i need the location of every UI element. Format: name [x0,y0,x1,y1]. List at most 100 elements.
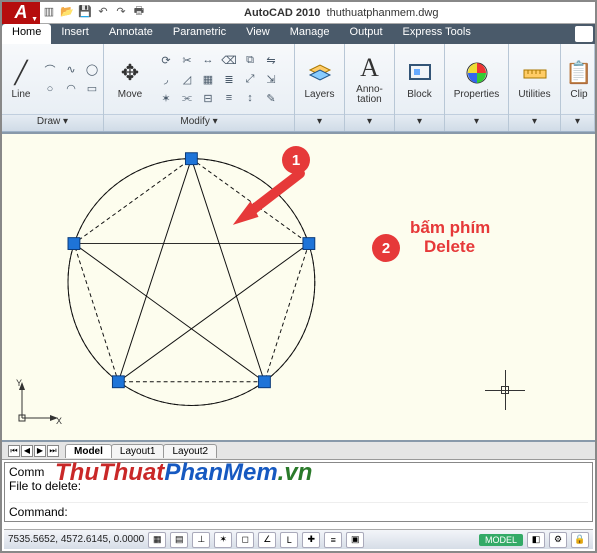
tab-insert[interactable]: Insert [51,24,99,44]
dyn-toggle-icon[interactable]: ✚ [302,532,320,548]
draw-flyout-grid: ⌒ ∿ ◯ ○ ◠ ▭ [40,61,102,98]
join-icon[interactable]: ⫘ [177,89,197,107]
edit-icon[interactable]: ✎ [261,89,281,107]
layers-button[interactable]: Layers [299,52,340,106]
properties-button[interactable]: Properties [449,52,504,106]
clipboard-button[interactable]: 📋 Clip [565,52,593,106]
modify-flyout-grid: ⟳✂↔⌫⧉⇋ ◞◿▦≣⤢⇲ ✶⫘⊟≡↕✎ [156,51,281,107]
tab-express-tools[interactable]: Express Tools [393,24,481,44]
snap-toggle-icon[interactable]: ▦ [148,532,166,548]
line-button[interactable]: ╱ Line [6,52,36,106]
lengthen-icon[interactable]: ↕ [240,89,260,107]
copy-icon[interactable]: ⧉ [240,51,260,69]
panel-title-clipboard[interactable]: ▾ [561,114,594,131]
layout-tab-layout2[interactable]: Layout2 [163,444,217,458]
tab-home[interactable]: Home [2,24,51,44]
lwt-toggle-icon[interactable]: ≡ [324,532,342,548]
tab-parametric[interactable]: Parametric [163,24,236,44]
panel-title-annotation[interactable]: ▾ [345,114,394,131]
panel-title-modify[interactable]: Modify [104,114,294,131]
drawing-canvas[interactable]: 1 2 bấm phím Delete Y X [2,132,595,442]
status-tool-icon[interactable]: ◧ [527,532,545,548]
panel-title-layers[interactable]: ▾ [295,114,344,131]
panel-title-draw[interactable]: Draw [2,114,103,131]
annotation-button[interactable]: A Anno- tation [349,52,390,106]
layout-tab-model[interactable]: Model [65,444,112,458]
panel-annotation: A Anno- tation ▾ [345,44,395,131]
app-menu-button[interactable]: A [2,2,40,24]
block-button[interactable]: Block [399,52,440,106]
panel-clipboard: 📋 Clip ▾ [561,44,595,131]
quick-access-toolbar: ▥ 📂 💾 ↶ ↷ 🖶 [42,4,146,18]
coordinate-readout: 7535.5652, 4572.6145, 0.0000 [8,534,144,545]
annotation-step-1: 1 [282,146,310,174]
cursor-crosshair [485,370,525,410]
qat-undo-icon[interactable]: ↶ [96,4,110,18]
move-button[interactable]: ✥ Move [108,52,152,106]
qat-print-icon[interactable]: 🖶 [132,4,146,18]
qat-open-icon[interactable]: 📂 [60,4,74,18]
spline-icon[interactable]: ∿ [61,61,81,79]
trim-icon[interactable]: ✂ [177,51,197,69]
polar-toggle-icon[interactable]: ✶ [214,532,232,548]
ellipse-icon[interactable]: ◯ [82,61,102,79]
status-bar: 7535.5652, 4572.6145, 0.0000 ▦ ▤ ⊥ ✶ ◻ ∠… [4,529,593,549]
tab-output[interactable]: Output [340,24,393,44]
polyline-icon[interactable]: ⌒ [40,61,60,79]
tab-manage[interactable]: Manage [280,24,340,44]
chamfer-icon[interactable]: ◿ [177,70,197,88]
tab-view[interactable]: View [236,24,280,44]
stretch-icon[interactable]: ⇲ [261,70,281,88]
layout-nav-next-icon[interactable]: ▶ [34,445,46,457]
extend-icon[interactable]: ↔ [198,51,218,69]
ducs-toggle-icon[interactable]: L [280,532,298,548]
ucs-icon: Y X [16,380,60,426]
utilities-button[interactable]: Utilities [513,52,556,106]
grid-toggle-icon[interactable]: ▤ [170,532,188,548]
layout-tab-bar: ⏮ ◀ ▶ ⏭ Model Layout1 Layout2 [2,442,595,460]
mirror-icon[interactable]: ⇋ [261,51,281,69]
erase-icon[interactable]: ⌫ [219,51,239,69]
layout-nav: ⏮ ◀ ▶ ⏭ [8,445,59,457]
panel-utilities: Utilities ▾ [509,44,561,131]
status-tool-icon[interactable]: ⚙ [549,532,567,548]
otrack-toggle-icon[interactable]: ∠ [258,532,276,548]
qp-toggle-icon[interactable]: ▣ [346,532,364,548]
window-title: AutoCAD 2010 thuthuatphanmem.dwg [244,7,438,19]
rotate-icon[interactable]: ⟳ [156,51,176,69]
status-tool-icon[interactable]: 🔒 [571,532,589,548]
annotation-arrow [233,173,300,224]
explode-icon[interactable]: ✶ [156,89,176,107]
panel-title-utilities[interactable]: ▾ [509,114,560,131]
arc-icon[interactable]: ◠ [61,80,81,98]
scale-icon[interactable]: ⤢ [240,70,260,88]
layout-nav-first-icon[interactable]: ⏮ [8,445,20,457]
layout-nav-prev-icon[interactable]: ◀ [21,445,33,457]
annotation-step-2-text: bấm phím Delete [410,219,490,256]
qat-redo-icon[interactable]: ↷ [114,4,128,18]
rectangle-icon[interactable]: ▭ [82,80,102,98]
array-icon[interactable]: ▦ [198,70,218,88]
ortho-toggle-icon[interactable]: ⊥ [192,532,210,548]
fillet-icon[interactable]: ◞ [156,70,176,88]
tab-annotate[interactable]: Annotate [99,24,163,44]
osnap-toggle-icon[interactable]: ◻ [236,532,254,548]
layout-tab-layout1[interactable]: Layout1 [111,444,165,458]
panel-title-properties[interactable]: ▾ [445,114,508,131]
qat-save-icon[interactable]: 💾 [78,4,92,18]
circle-icon[interactable]: ○ [40,80,60,98]
command-prompt[interactable]: Command: [9,502,588,519]
ribbon: ╱ Line ⌒ ∿ ◯ ○ ◠ ▭ Draw ✥ Move ⟳✂↔⌫⧉⇋ ◞◿… [2,44,595,132]
help-search-input[interactable] [575,26,593,42]
panel-draw: ╱ Line ⌒ ∿ ◯ ○ ◠ ▭ Draw [2,44,104,131]
ribbon-tabs: Home Insert Annotate Parametric View Man… [2,24,595,44]
align-icon[interactable]: ≡ [219,89,239,107]
break-icon[interactable]: ⊟ [198,89,218,107]
command-window[interactable]: Comm File to delete: Command: ThuThuatPh… [4,462,593,522]
offset-icon[interactable]: ≣ [219,70,239,88]
panel-title-block[interactable]: ▾ [395,114,444,131]
layout-nav-last-icon[interactable]: ⏭ [47,445,59,457]
model-space-chip[interactable]: MODEL [479,534,523,546]
qat-new-icon[interactable]: ▥ [42,4,56,18]
panel-block: Block ▾ [395,44,445,131]
